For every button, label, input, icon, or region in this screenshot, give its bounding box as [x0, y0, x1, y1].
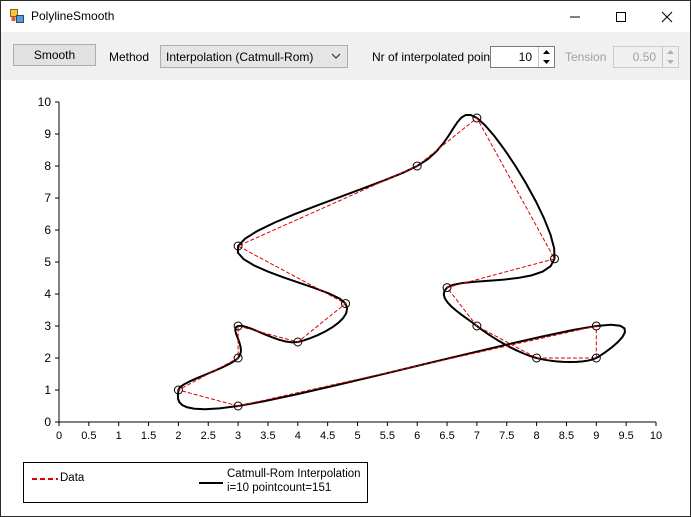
y-tick-label: 10 [38, 95, 52, 109]
tension-stepper[interactable]: 0.50 [613, 46, 679, 68]
x-tick-label: 6.5 [439, 430, 454, 442]
y-tick-label: 8 [44, 159, 51, 173]
y-tick-label: 5 [44, 255, 51, 269]
y-tick-label: 0 [44, 415, 51, 429]
npoints-down-button[interactable] [539, 57, 554, 67]
maximize-icon [616, 11, 626, 22]
npoints-value: 10 [518, 50, 532, 64]
smooth-button[interactable]: Smooth [13, 44, 96, 66]
x-tick-label: 5.5 [380, 430, 395, 442]
x-tick-label: 9 [593, 430, 599, 442]
tension-stepper-arrows [662, 47, 678, 67]
legend-data-label: Data [60, 472, 85, 484]
close-button[interactable] [644, 1, 690, 32]
window-title: PolylineSmooth [31, 9, 115, 23]
series-data-line [177, 117, 597, 407]
minimize-button[interactable] [552, 1, 598, 32]
npoints-up-button[interactable] [539, 47, 554, 57]
chevron-down-icon [331, 53, 341, 59]
tension-up-button[interactable] [663, 47, 678, 57]
x-tick-label: 3 [235, 430, 241, 442]
method-select-value: Interpolation (Catmull-Rom) [166, 50, 314, 64]
x-tick-label: 8.5 [559, 430, 574, 442]
minimize-icon [570, 16, 580, 17]
caret-up-icon [543, 50, 550, 54]
x-tick-label: 6 [414, 430, 420, 442]
x-tick-label: 0.5 [81, 430, 96, 442]
x-tick-label: 7.5 [499, 430, 514, 442]
x-tick-label: 1.5 [141, 430, 156, 442]
x-tick-label: 4 [295, 430, 301, 442]
caret-down-icon [543, 60, 550, 64]
y-tick-label: 3 [44, 319, 51, 333]
app-icon [10, 9, 24, 23]
method-label: Method [109, 50, 150, 64]
npoints-stepper[interactable]: 10 [490, 46, 555, 68]
x-tick-label: 4.5 [320, 430, 335, 442]
y-tick-label: 1 [44, 383, 51, 397]
y-tick-label: 7 [44, 191, 51, 205]
maximize-button[interactable] [598, 1, 644, 32]
toolbar: Smooth Method Interpolation (Catmull-Rom… [1, 32, 690, 80]
method-select[interactable]: Interpolation (Catmull-Rom) [160, 45, 348, 68]
caret-up-icon [667, 50, 674, 54]
y-tick-label: 2 [44, 351, 51, 365]
x-tick-label: 5 [354, 430, 360, 442]
legend-data-swatch [32, 478, 58, 480]
tension-label: Tension [565, 50, 607, 64]
x-tick-label: 2.5 [201, 430, 216, 442]
legend-curve-sublabel: i=10 pointcount=151 [227, 482, 332, 494]
legend-curve-label: Catmull-Rom Interpolation [227, 468, 361, 480]
x-tick-label: 9.5 [619, 430, 634, 442]
x-tick-label: 3.5 [260, 430, 275, 442]
npoints-stepper-arrows [538, 47, 554, 67]
series-catmull-rom-curve [176, 114, 626, 411]
caret-down-icon [667, 60, 674, 64]
x-tick-label: 10 [650, 430, 662, 442]
x-tick-label: 0 [56, 430, 62, 442]
legend-curve-swatch [199, 482, 223, 484]
x-tick-label: 1 [116, 430, 122, 442]
tension-down-button[interactable] [663, 57, 678, 67]
x-tick-label: 2 [175, 430, 181, 442]
x-tick-label: 8 [534, 430, 540, 442]
app-window: PolylineSmooth Smooth Method Interpolati… [0, 0, 691, 517]
chart: 0 0.5 1 1.5 2 2.5 3 3.5 4 4.5 5 5.5 6 6.5 7 7.5 8 8.5 9 9.5… [38, 95, 662, 442]
close-icon [661, 11, 673, 22]
title-bar: PolylineSmooth [1, 1, 690, 32]
y-tick-label: 4 [44, 287, 51, 301]
x-tick-label: 7 [474, 430, 480, 442]
legend: Data Catmull-Rom Interpolation i=10 poin… [23, 462, 368, 503]
plot-area: 0 0.5 1 1.5 2 2.5 3 3.5 4 4.5 5 5.5 6 6.5 7 7.5 8 8.5 9 9.5… [1, 80, 690, 516]
y-tick-label: 6 [44, 223, 51, 237]
npoints-label: Nr of interpolated points [372, 50, 500, 64]
y-tick-label: 9 [44, 127, 51, 141]
tension-value: 0.50 [632, 50, 656, 64]
